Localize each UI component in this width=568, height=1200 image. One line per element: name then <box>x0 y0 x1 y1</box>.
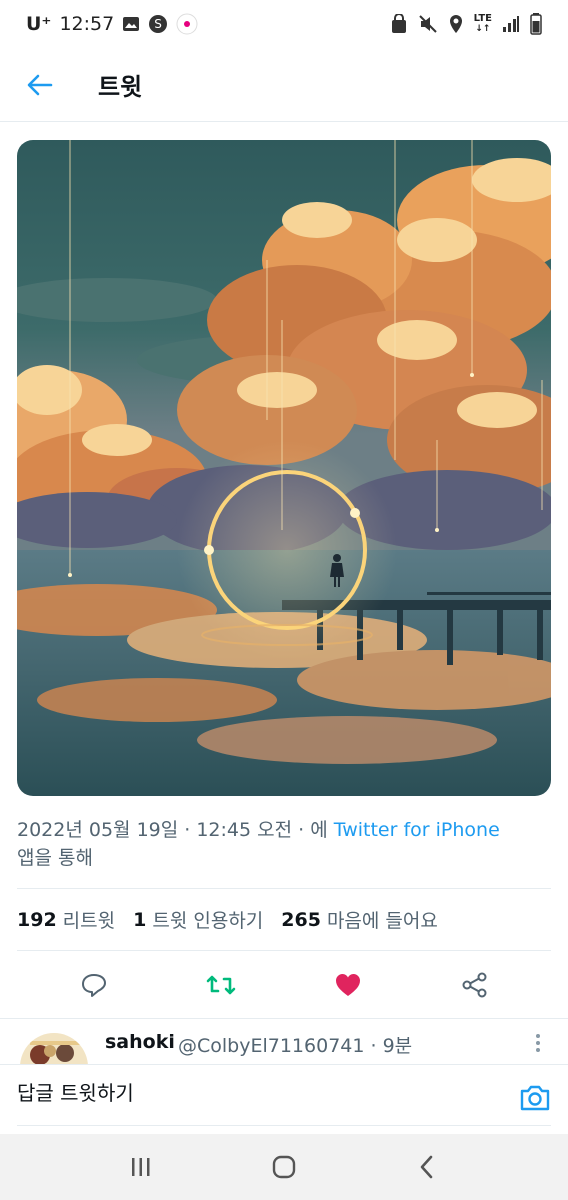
arrow-left-icon <box>27 74 53 95</box>
reply-author-name: sahoki <box>105 1031 175 1053</box>
quotes-label: 트윗 인용하기 <box>152 910 264 932</box>
retweets-stat[interactable]: 192 리트윗 <box>17 906 115 933</box>
likes-stat[interactable]: 265 마음에 들어요 <box>281 906 438 933</box>
uplus-app-icon <box>176 13 198 35</box>
date-text: 2022년 05월 19일 · 12:45 오전 · 에 <box>17 819 334 841</box>
reply-icon <box>81 974 106 997</box>
system-nav-bar <box>0 1134 568 1200</box>
like-icon <box>335 974 360 996</box>
recent-apps-button[interactable] <box>121 1147 161 1187</box>
like-button[interactable] <box>330 967 366 1003</box>
status-bar: U⁺ 12:57 S LTE ↓↑ <box>0 0 568 48</box>
mute-icon <box>418 14 438 34</box>
likes-count: 265 <box>281 908 321 931</box>
battery-icon <box>530 13 542 35</box>
network-label: LTE <box>473 13 492 24</box>
quotes-count: 1 <box>133 908 147 931</box>
tweet-timestamp: 2022년 05월 19일 · 12:45 오전 · 에 Twitter for… <box>17 816 551 872</box>
app-header: 트윗 <box>0 48 568 122</box>
home-icon <box>272 1155 296 1179</box>
retweet-button[interactable] <box>203 967 239 1003</box>
svg-text:S: S <box>154 17 162 31</box>
retweets-count: 192 <box>17 908 57 931</box>
quotes-stat[interactable]: 1 트윗 인용하기 <box>133 906 263 933</box>
input-underline <box>17 1125 551 1126</box>
image-icon <box>122 16 140 32</box>
signal-icon <box>502 15 520 33</box>
tweet-image[interactable] <box>17 140 551 796</box>
recent-apps-icon <box>132 1158 150 1176</box>
retweets-label: 리트윗 <box>62 910 116 932</box>
home-button[interactable] <box>264 1147 304 1187</box>
clock: 12:57 <box>59 13 115 35</box>
share-icon <box>462 972 486 998</box>
divider <box>17 950 551 951</box>
reply-button[interactable] <box>76 967 112 1003</box>
reply-author-handle: @ColbyEl71160741 · 9분 <box>178 1035 413 1057</box>
privacy-icon <box>390 14 408 34</box>
page-title: 트윗 <box>98 73 143 101</box>
camera-icon[interactable] <box>519 1083 551 1115</box>
via-suffix: 앱을 통해 <box>17 847 93 869</box>
artwork-image <box>17 140 551 796</box>
back-button[interactable] <box>20 65 60 105</box>
via-link[interactable]: Twitter for iPhone <box>334 819 500 841</box>
s-app-icon: S <box>148 14 168 34</box>
carrier-label: U⁺ <box>26 13 52 35</box>
more-options-icon[interactable] <box>528 1031 548 1055</box>
reply-composer: 답글 트윗하기 <box>0 1064 568 1134</box>
divider <box>17 888 551 889</box>
tweet-actions <box>0 960 568 1010</box>
back-nav-button[interactable] <box>407 1147 447 1187</box>
back-chevron-icon <box>420 1155 432 1179</box>
reply-preview[interactable]: sahoki @ColbyEl71160741 · 9분 <box>0 1018 568 1064</box>
tweet-stats: 192 리트윗 1 트윗 인용하기 265 마음에 들어요 <box>17 906 456 933</box>
location-icon <box>448 14 464 34</box>
reply-input[interactable]: 답글 트윗하기 <box>17 1077 134 1106</box>
avatar[interactable] <box>20 1033 88 1064</box>
likes-label: 마음에 들어요 <box>326 910 438 932</box>
lte-icon: LTE ↓↑ <box>473 13 492 35</box>
share-button[interactable] <box>457 967 493 1003</box>
retweet-icon <box>206 975 235 995</box>
